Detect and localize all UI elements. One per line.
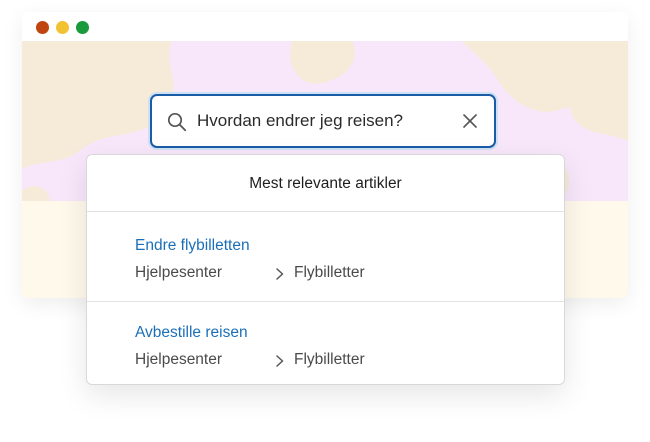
breadcrumb-root: Hjelpesenter [135, 351, 223, 368]
window-minimize-button[interactable] [56, 21, 69, 34]
close-icon[interactable] [460, 111, 480, 131]
breadcrumb-leaf: Flybilletter [294, 351, 365, 368]
breadcrumb-leaf: Flybilletter [294, 264, 365, 281]
suggestion-title[interactable]: Avbestille reisen [135, 323, 564, 343]
search-suggestions: Mest relevante artikler Endre flybillett… [86, 154, 565, 385]
suggestion-item[interactable]: Avbestille reisen Hjelpesenter Flybillet… [87, 302, 564, 385]
breadcrumb: Hjelpesenter Flybilletter [135, 263, 564, 283]
window-close-button[interactable] [36, 21, 49, 34]
suggestions-header: Mest relevante artikler [87, 155, 564, 212]
suggestion-title[interactable]: Endre flybilletten [135, 236, 564, 256]
window-maximize-button[interactable] [76, 21, 89, 34]
search-input[interactable] [197, 106, 447, 136]
chevron-right-icon [276, 268, 284, 280]
suggestion-item[interactable]: Endre flybilletten Hjelpesenter Flybille… [87, 212, 564, 302]
breadcrumb-root: Hjelpesenter [135, 264, 223, 281]
chevron-right-icon [276, 355, 284, 367]
search-box[interactable] [150, 94, 496, 148]
breadcrumb: Hjelpesenter Flybilletter [135, 350, 564, 370]
title-bar [22, 12, 628, 41]
search-icon [167, 112, 187, 132]
